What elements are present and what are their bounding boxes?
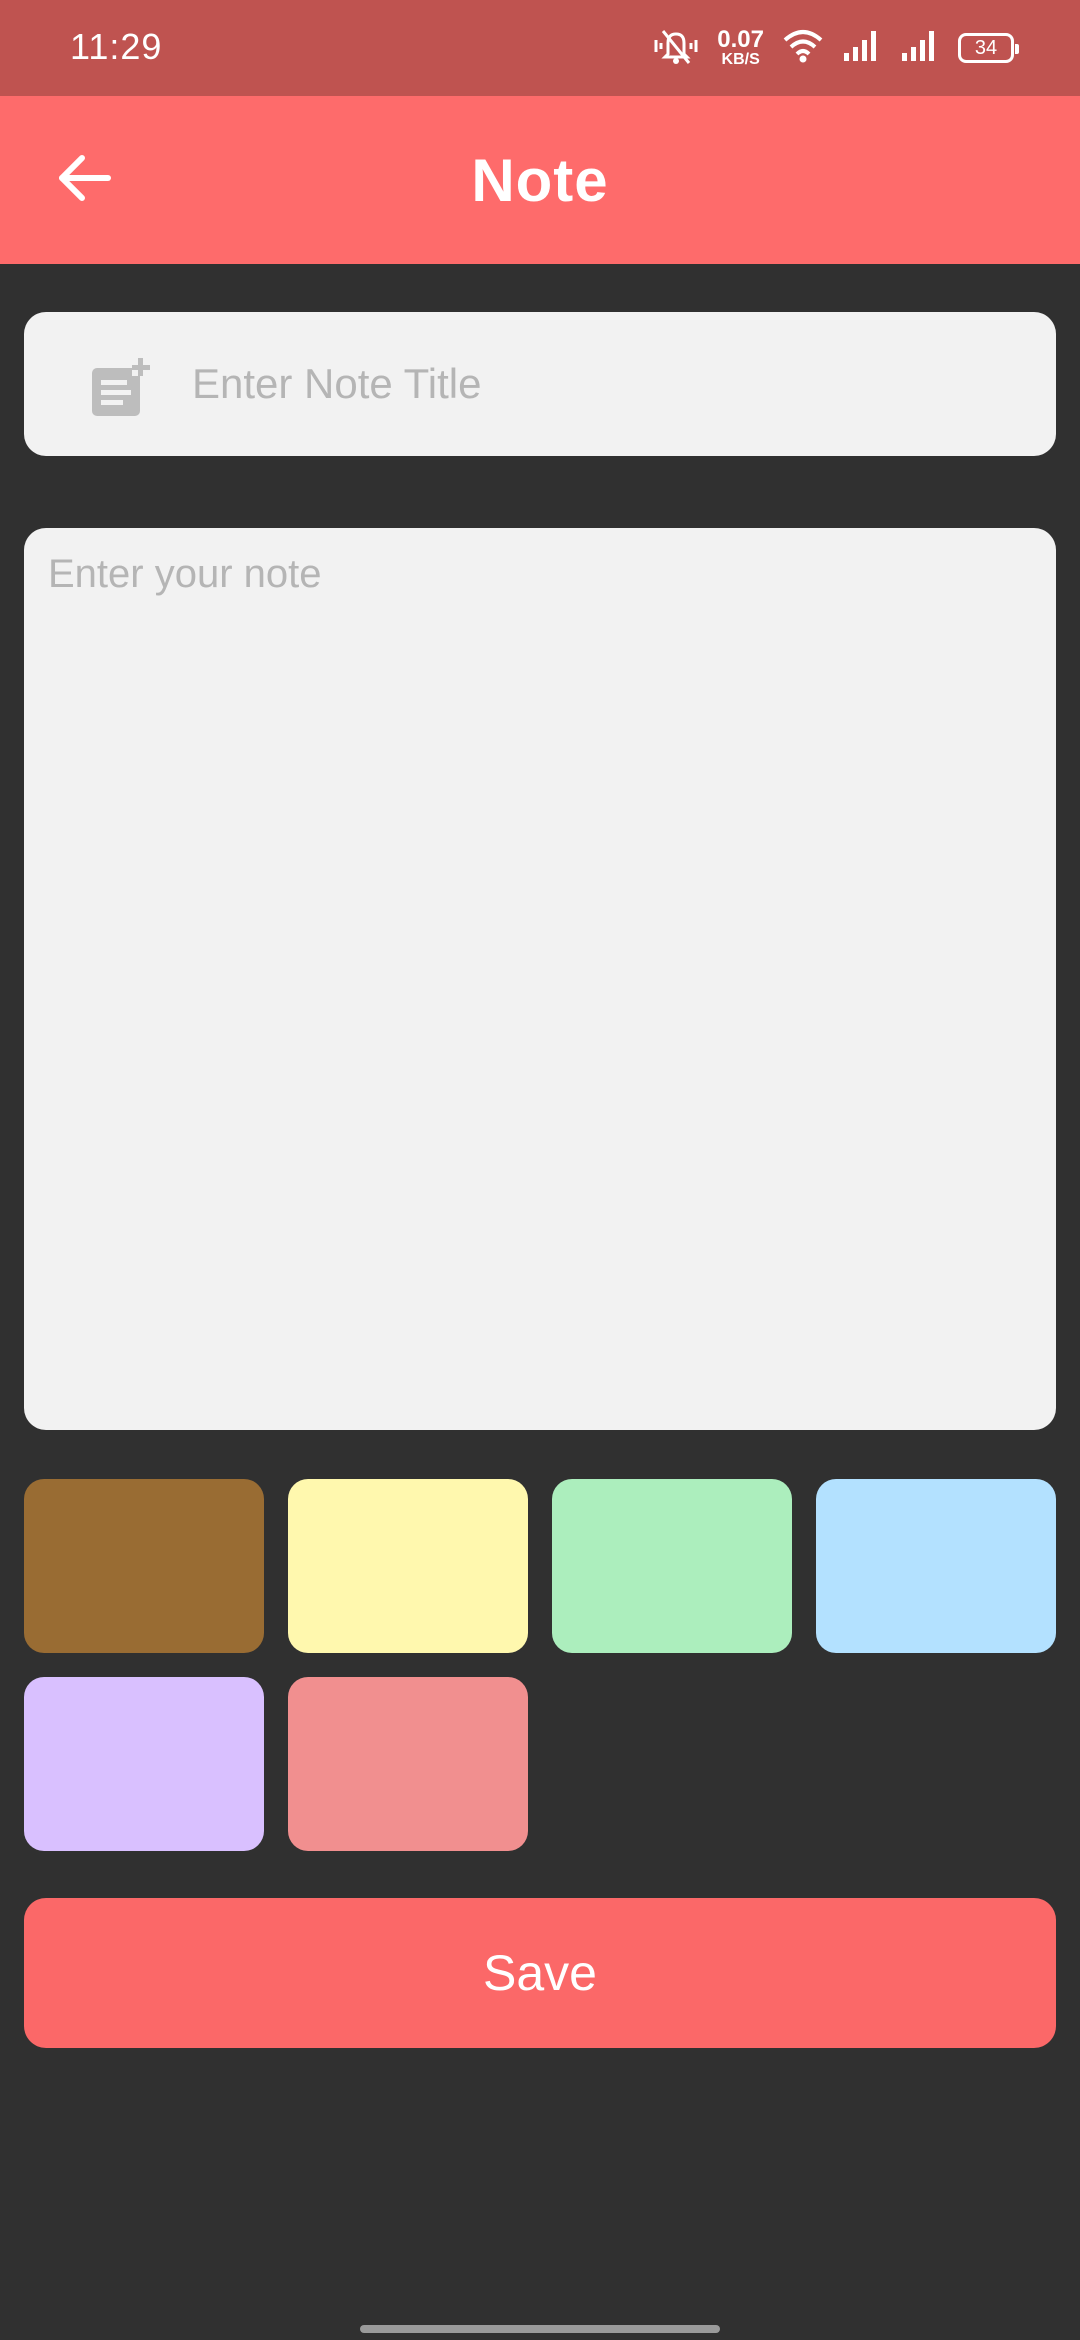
note-add-icon (88, 356, 152, 420)
save-button[interactable]: Save (24, 1898, 1056, 2048)
app-bar: Note (0, 96, 1080, 264)
battery-icon: 34 (958, 33, 1019, 63)
home-indicator[interactable] (360, 2325, 720, 2333)
note-body-input[interactable] (48, 552, 1032, 1402)
color-swatch-blue[interactable] (816, 1479, 1056, 1653)
status-time: 11:29 (70, 26, 163, 67)
signal-icon (842, 29, 882, 68)
color-swatch-purple[interactable] (24, 1677, 264, 1851)
net-speed-value: 0.07 (717, 26, 764, 53)
color-swatch-yellow[interactable] (288, 1479, 528, 1653)
color-swatch-green[interactable] (552, 1479, 792, 1653)
note-title-input[interactable] (192, 352, 1012, 416)
status-icons: 0.07 KB/S 34 (653, 24, 1019, 72)
color-swatch-pink[interactable] (288, 1677, 528, 1851)
battery-level: 34 (974, 36, 998, 59)
net-speed: 0.07 KB/S (717, 28, 764, 68)
status-bar: 11:29 0.07 KB/S 34 (0, 0, 1080, 96)
note-title-field (24, 312, 1056, 456)
vibrate-icon (653, 26, 699, 71)
note-body-field (24, 528, 1056, 1430)
wifi-icon (782, 28, 824, 69)
page-title: Note (471, 147, 609, 214)
color-swatch-brown[interactable] (24, 1479, 264, 1653)
net-speed-unit: KB/S (721, 51, 760, 68)
signal-icon (900, 29, 940, 68)
